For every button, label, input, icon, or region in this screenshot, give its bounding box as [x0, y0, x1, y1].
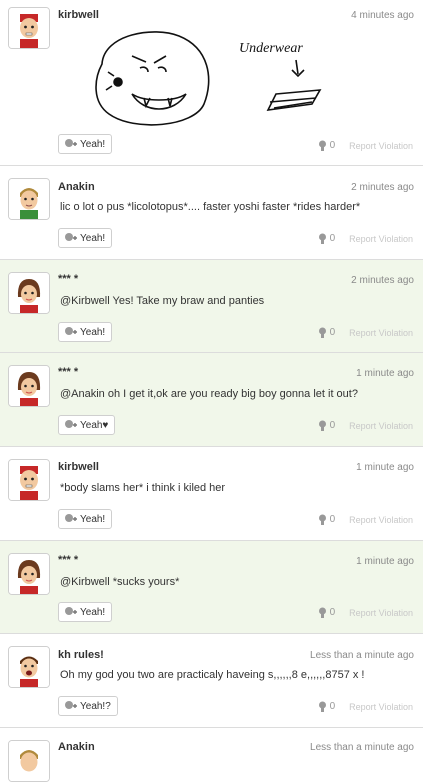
post-time: Less than a minute ago: [310, 650, 414, 661]
report-violation-link[interactable]: Report Violation: [349, 421, 413, 431]
yeah-count-icon: [318, 233, 326, 244]
yeah-plus-icon: [65, 607, 77, 615]
post-body: @Kirbwell Yes! Take my braw and panties: [60, 295, 265, 307]
post-time: 2 minutes ago: [351, 275, 414, 286]
post-time: 4 minutes ago: [351, 10, 414, 21]
post-2: *** * 2 minutes ago @Kirbwell Yes! Take …: [0, 260, 423, 353]
post-3: *** * 1 minute ago @Anakin oh I get it,o…: [0, 353, 423, 447]
yeah-label: Yeah!?: [80, 700, 111, 712]
avatar-mii-red[interactable]: [8, 7, 50, 49]
yeah-count: 0: [318, 327, 335, 338]
yeah-count-icon: [318, 607, 326, 618]
handwritten-drawing: Underwear: [95, 31, 322, 126]
post-body: lic o lot o pus *licolotopus*.... faster…: [60, 201, 361, 213]
post-author[interactable]: Anakin: [58, 181, 95, 193]
yeah-button[interactable]: Yeah!: [58, 602, 113, 622]
post-author[interactable]: *** *: [58, 273, 78, 285]
report-violation-link[interactable]: Report Violation: [349, 608, 413, 618]
drawing-caption: Underwear: [239, 41, 303, 56]
post-time: 1 minute ago: [356, 368, 414, 379]
report-violation-link[interactable]: Report Violation: [349, 141, 413, 151]
post-footer: 0 Report Violation: [318, 233, 413, 244]
yeah-plus-icon: [65, 420, 77, 428]
avatar-mii-red[interactable]: [8, 459, 50, 501]
avatar-mii-green[interactable]: [8, 740, 50, 782]
post-time: Less than a minute ago: [310, 742, 414, 753]
post-author[interactable]: kh rules!: [58, 649, 104, 661]
yeah-count: 0: [318, 514, 335, 525]
post-author[interactable]: kirbwell: [58, 461, 99, 473]
post-footer: 0 Report Violation: [318, 514, 413, 525]
yeah-label: Yeah!: [80, 513, 106, 525]
post-footer: 0 Report Violation: [318, 701, 413, 712]
yeah-label: Yeah!: [80, 138, 106, 150]
post-footer: 0 Report Violation: [318, 420, 413, 431]
report-violation-link[interactable]: Report Violation: [349, 515, 413, 525]
post-author[interactable]: *** *: [58, 554, 78, 566]
report-violation-link[interactable]: Report Violation: [349, 328, 413, 338]
report-violation-link[interactable]: Report Violation: [349, 702, 413, 712]
yeah-button[interactable]: Yeah!: [58, 509, 113, 529]
post-footer: 0 Report Violation: [318, 607, 413, 618]
yeah-label: Yeah!: [80, 326, 106, 338]
yeah-count-icon: [318, 327, 326, 338]
yeah-count-icon: [318, 420, 326, 431]
yeah-button[interactable]: Yeah!: [58, 322, 113, 342]
yeah-button[interactable]: Yeah!?: [58, 696, 118, 716]
post-author[interactable]: *** *: [58, 366, 78, 378]
post-body: @Kirbwell *sucks yours*: [60, 576, 180, 588]
post-body: *body slams her* i think i kiled her: [60, 482, 226, 494]
yeah-count: 0: [318, 140, 335, 151]
post-body: Oh my god you two are practicaly haveing…: [60, 669, 365, 681]
yeah-count-icon: [318, 514, 326, 525]
avatar-mii-brown-hair[interactable]: [8, 553, 50, 595]
yeah-plus-icon: [65, 701, 77, 709]
post-author[interactable]: kirbwell: [58, 9, 99, 21]
yeah-button[interactable]: Yeah!: [58, 134, 113, 154]
yeah-button[interactable]: Yeah♥: [58, 415, 116, 435]
yeah-count: 0: [318, 420, 335, 431]
yeah-count-icon: [318, 140, 326, 151]
post-time: 1 minute ago: [356, 556, 414, 567]
avatar-mii-green[interactable]: [8, 178, 50, 220]
yeah-count: 0: [318, 607, 335, 618]
post-4: kirbwell 1 minute ago *body slams her* i…: [0, 447, 423, 541]
post-5: *** * 1 minute ago @Kirbwell *sucks your…: [0, 541, 423, 634]
post-0: kirbwell 4 minutes ago Underwear Yeah! 0…: [0, 0, 423, 166]
post-1: Anakin 2 minutes ago lic o lot o pus *li…: [0, 166, 423, 260]
yeah-plus-icon: [65, 139, 77, 147]
post-6: kh rules! Less than a minute ago Oh my g…: [0, 634, 423, 728]
yeah-label: Yeah♥: [80, 419, 109, 431]
post-footer: 0 Report Violation: [318, 140, 413, 151]
avatar-mii-brown-hair[interactable]: [8, 272, 50, 314]
post-time: 2 minutes ago: [351, 182, 414, 193]
yeah-plus-icon: [65, 514, 77, 522]
yeah-label: Yeah!: [80, 232, 106, 244]
avatar-mii-brown-hair[interactable]: [8, 365, 50, 407]
report-violation-link[interactable]: Report Violation: [349, 234, 413, 244]
yeah-count: 0: [318, 233, 335, 244]
post-footer: 0 Report Violation: [318, 327, 413, 338]
yeah-label: Yeah!: [80, 606, 106, 618]
avatar-mii-shouting[interactable]: [8, 646, 50, 688]
yeah-count-icon: [318, 701, 326, 712]
post-time: 1 minute ago: [356, 462, 414, 473]
post-7: Anakin Less than a minute ago: [0, 728, 423, 782]
yeah-plus-icon: [65, 233, 77, 241]
yeah-button[interactable]: Yeah!: [58, 228, 113, 248]
post-body: @Anakin oh I get it,ok are you ready big…: [60, 388, 358, 400]
yeah-count: 0: [318, 701, 335, 712]
yeah-plus-icon: [65, 327, 77, 335]
post-author[interactable]: Anakin: [58, 741, 95, 753]
